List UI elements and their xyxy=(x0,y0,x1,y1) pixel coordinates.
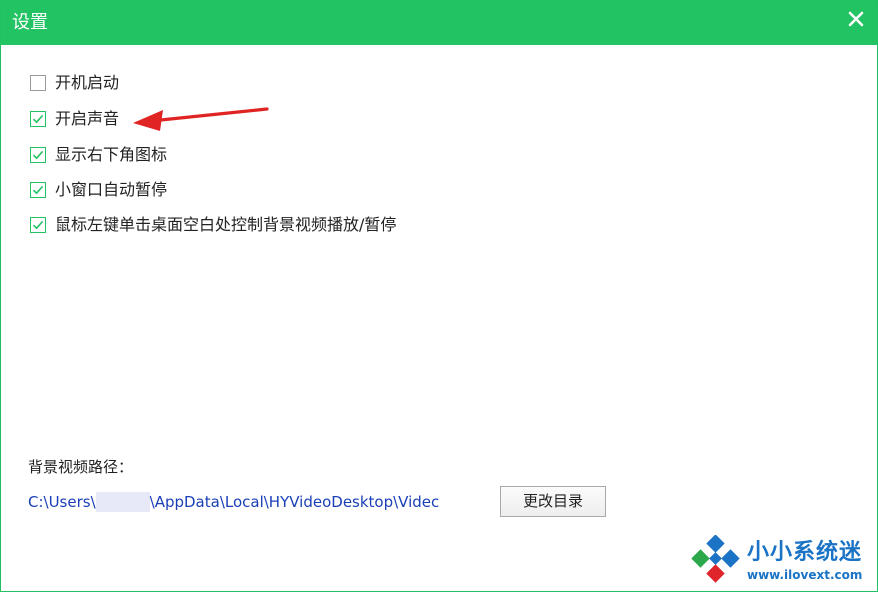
video-path-value: C:\Users\ \AppData\Local\HYVideoDesktop\V… xyxy=(28,492,461,512)
option-tray-icon[interactable]: 显示右下角图标 xyxy=(30,145,190,167)
checkmark-icon xyxy=(32,185,44,195)
window-title: 设置 xyxy=(12,12,48,33)
option-small-window-pause[interactable]: 小窗口自动暂停 xyxy=(30,180,190,202)
close-button[interactable] xyxy=(841,7,871,31)
path-suffix: \AppData\Local\HYVideoDesktop\Videc xyxy=(149,493,440,511)
option-click-desktop-control[interactable]: 鼠标左键单击桌面空白处控制背景视频播放/暂停 xyxy=(30,215,410,237)
checkmark-icon xyxy=(32,114,44,124)
watermark-url: www.ilovext.com xyxy=(747,568,863,582)
annotation-arrow-icon xyxy=(133,107,269,131)
close-icon xyxy=(848,11,864,27)
redacted-username xyxy=(95,492,150,512)
path-prefix: C:\Users\ xyxy=(28,493,96,511)
checkmark-icon xyxy=(32,150,44,160)
watermark-name: 小小系统迷 xyxy=(747,540,863,565)
title-bar: 设置 xyxy=(1,1,877,45)
settings-window: 设置 开机启动 开启声音 显示右下角图标 小窗口自动暂停 鼠标左键单击桌面空白处… xyxy=(0,0,878,592)
option-autostart[interactable]: 开机启动 xyxy=(30,73,150,95)
click-desktop-control-checkbox[interactable] xyxy=(30,217,46,233)
small-window-pause-checkbox[interactable] xyxy=(30,182,46,198)
change-directory-button[interactable]: 更改目录 xyxy=(500,486,606,517)
site-logo-icon xyxy=(691,535,740,583)
option-label: 鼠标左键单击桌面空白处控制背景视频播放/暂停 xyxy=(55,215,397,234)
autostart-checkbox[interactable] xyxy=(30,75,46,91)
option-label: 显示右下角图标 xyxy=(55,145,168,164)
checkmark-icon xyxy=(32,220,44,230)
option-label: 开启声音 xyxy=(55,109,120,128)
option-label: 开机启动 xyxy=(55,73,120,92)
watermark: 小小系统迷 www.ilovext.com xyxy=(689,535,875,589)
video-path-title: 背景视频路径： xyxy=(28,458,134,476)
option-label: 小窗口自动暂停 xyxy=(55,180,168,199)
sound-checkbox[interactable] xyxy=(30,111,46,127)
tray-icon-checkbox[interactable] xyxy=(30,147,46,163)
